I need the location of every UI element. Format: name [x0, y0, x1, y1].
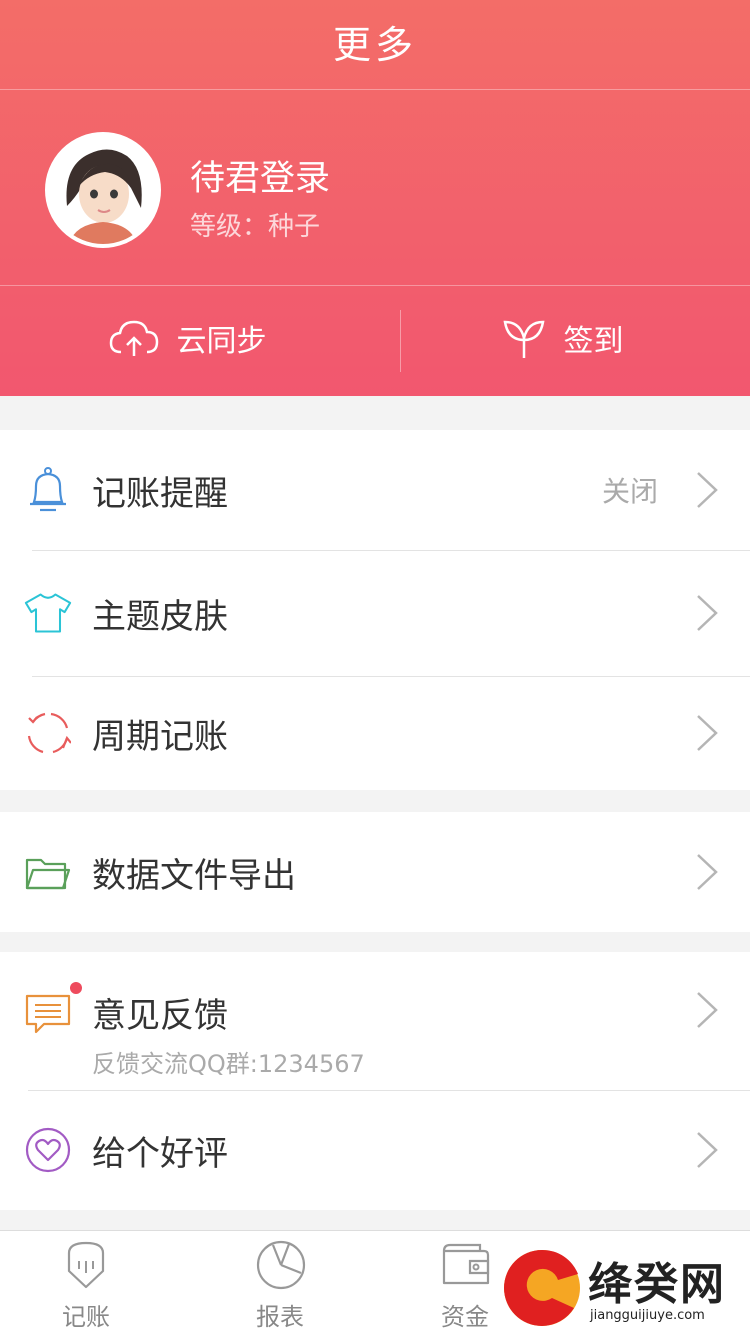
menu-item-rate[interactable]: 给个好评	[0, 1090, 750, 1210]
chevron-right-icon	[697, 992, 718, 1028]
checkin-label: 签到	[563, 324, 624, 359]
folder-icon	[24, 848, 72, 896]
page-title: 更多	[332, 23, 417, 67]
pie-chart-icon	[256, 1240, 306, 1290]
sprout-icon	[503, 320, 544, 358]
avatar-illustration	[49, 136, 157, 244]
bell-icon	[24, 466, 72, 514]
chevron-right-icon	[697, 472, 718, 508]
theme-label: 主题皮肤	[92, 596, 228, 637]
menu-item-feedback[interactable]: 意见反馈 反馈交流QQ群:1234567	[0, 952, 750, 1090]
export-label: 数据文件导出	[92, 855, 296, 896]
cloud-upload-icon	[109, 320, 158, 356]
pencil-icon	[67, 1241, 105, 1289]
user-level: 等级：种子	[190, 212, 321, 242]
message-icon	[24, 990, 72, 1038]
tab-bookkeeping[interactable]: 记账	[16, 1231, 156, 1334]
tab-bookkeeping-label: 记账	[62, 1303, 110, 1331]
cycle-icon	[24, 709, 72, 757]
cloud-sync-label: 云同步	[176, 324, 267, 359]
actions-divider	[0, 285, 750, 286]
title-divider	[0, 89, 750, 90]
username[interactable]: 待君登录	[190, 150, 330, 201]
watermark-logo-icon	[504, 1249, 580, 1326]
notification-dot	[70, 982, 82, 994]
avatar[interactable]	[45, 132, 161, 248]
checkin-button[interactable]: 签到	[375, 300, 750, 376]
menu-item-recurring[interactable]: 周期记账	[0, 676, 750, 790]
chevron-right-icon	[697, 715, 718, 751]
profile-header: 更多 待君登录 等级：种子 云同步 签到	[0, 0, 750, 396]
menu-item-reminder[interactable]: 记账提醒 关闭	[0, 430, 750, 550]
tshirt-icon	[24, 589, 72, 637]
site-watermark: 绛癸网 jiangguijiuye.com	[500, 1238, 750, 1334]
chevron-right-icon	[697, 854, 718, 890]
chevron-right-icon	[697, 1132, 718, 1168]
watermark-text: 绛癸网	[588, 1259, 726, 1310]
rate-label: 给个好评	[92, 1133, 228, 1174]
tab-reports-label: 报表	[256, 1303, 304, 1331]
cloud-sync-button[interactable]: 云同步	[0, 300, 375, 376]
watermark-url: jiangguijiuye.com	[590, 1308, 705, 1323]
heart-icon	[24, 1126, 72, 1174]
tab-reports[interactable]: 报表	[210, 1231, 350, 1334]
wallet-icon	[442, 1243, 490, 1285]
menu-item-export[interactable]: 数据文件导出	[0, 812, 750, 932]
reminder-label: 记账提醒	[92, 473, 228, 514]
menu-group-feedback: 意见反馈 反馈交流QQ群:1234567 给个好评	[0, 952, 750, 1210]
feedback-qq-group: 反馈交流QQ群:1234567	[92, 1050, 365, 1078]
feedback-label: 意见反馈	[92, 996, 228, 1036]
reminder-value: 关闭	[601, 475, 658, 508]
menu-group-data: 数据文件导出	[0, 812, 750, 932]
menu-item-theme[interactable]: 主题皮肤	[0, 550, 750, 676]
menu-group-settings: 记账提醒 关闭 主题皮肤 周期记账	[0, 430, 750, 790]
chevron-right-icon	[697, 595, 718, 631]
recurring-label: 周期记账	[92, 716, 228, 757]
